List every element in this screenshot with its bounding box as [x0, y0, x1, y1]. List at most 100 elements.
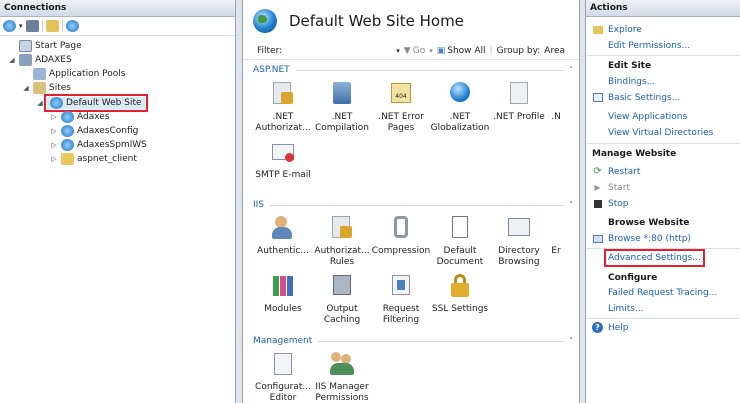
compilation-icon	[328, 80, 356, 108]
view-applications-link[interactable]: View Applications	[608, 112, 687, 122]
connections-title: Connections	[0, 0, 235, 17]
app-pools-icon	[33, 68, 46, 80]
feature-error-pages-truncated[interactable]: Er	[541, 214, 571, 257]
section-management[interactable]: Management ˄	[253, 334, 573, 348]
tree-sites[interactable]: ◢ Sites	[22, 81, 71, 95]
save-icon[interactable]	[25, 20, 39, 32]
tree-adaxesspmlws[interactable]: ▷ AdaxesSpmlWS	[50, 138, 147, 152]
feature-modules[interactable]: Modules	[253, 272, 313, 315]
configuration-editor-icon	[269, 350, 297, 378]
collapse-arrow-icon[interactable]: ◢	[36, 99, 44, 107]
default-web-site-selected[interactable]: Default Web Site	[44, 94, 148, 112]
tree-server-adaxes[interactable]: ◢ ADAXES	[8, 53, 72, 67]
feature-net-globalization[interactable]: .NET Globalization	[430, 80, 490, 134]
start-page-icon	[19, 40, 32, 52]
section-aspnet[interactable]: ASP.NET ˄	[253, 63, 573, 77]
feature-net-authorization[interactable]: .NET Authorizat...	[253, 80, 313, 134]
modules-icon	[269, 272, 297, 300]
page-title: Default Web Site Home	[289, 12, 464, 30]
actions-pane: Actions Explore Edit Permissions... Edit…	[585, 0, 740, 403]
go-button[interactable]: ▼ Go	[404, 46, 425, 56]
failed-request-tracing-link[interactable]: Failed Request Tracing...	[608, 288, 717, 298]
feature-request-filtering[interactable]: Request Filtering	[371, 272, 431, 326]
group-by-select[interactable]: Area	[544, 46, 565, 56]
start-link[interactable]: Start	[608, 183, 630, 193]
restart-icon: ⟳	[593, 166, 602, 177]
filter-bar: Filter: ▾ ▼ Go ▾ ▣ Show All | Group by: Ar…	[243, 42, 579, 60]
feature-net-profile[interactable]: .NET Profile	[489, 80, 549, 123]
feature-configuration-editor[interactable]: Configurat... Editor	[253, 350, 313, 403]
actions-title: Actions	[586, 0, 740, 17]
profile-icon	[505, 80, 533, 108]
tree-adaxesconfig[interactable]: ▷ AdaxesConfig	[50, 124, 138, 138]
edit-permissions-link[interactable]: Edit Permissions...	[608, 41, 690, 51]
stop-link[interactable]: Stop	[608, 199, 628, 209]
tree-start-page[interactable]: Start Page	[8, 39, 82, 53]
manage-website-heading: Manage Website	[592, 149, 677, 159]
feature-ssl-settings[interactable]: SSL Settings	[430, 272, 490, 315]
view-virtual-directories-link[interactable]: View Virtual Directories	[608, 128, 713, 138]
email-icon	[269, 138, 297, 166]
expand-arrow-icon[interactable]: ▷	[50, 155, 58, 163]
tree-adaxes[interactable]: ▷ Adaxes	[50, 110, 110, 124]
expand-arrow-icon[interactable]: ▷	[50, 127, 58, 135]
tree-application-pools[interactable]: Application Pools	[22, 67, 125, 81]
explore-link[interactable]: Explore	[608, 25, 642, 35]
show-all-button[interactable]: ▣ Show All	[437, 46, 486, 56]
collapse-arrow-icon[interactable]: ◢	[8, 56, 16, 64]
basic-settings-link[interactable]: Basic Settings...	[608, 93, 680, 103]
feature-output-caching[interactable]: Output Caching	[312, 272, 372, 326]
expand-arrow-icon[interactable]: ▷	[50, 141, 58, 149]
feature-iis-manager-permissions[interactable]: IIS Manager Permissions	[312, 350, 372, 403]
manager-permissions-users-icon	[328, 350, 356, 378]
explore-icon	[592, 24, 603, 35]
collapse-chevron-icon[interactable]: ˄	[570, 201, 574, 209]
limits-link[interactable]: Limits...	[608, 304, 644, 314]
page-header: Default Web Site Home	[243, 0, 579, 42]
features-pane: Default Web Site Home Filter: ▾ ▼ Go ▾ ▣ S…	[242, 0, 580, 403]
section-iis[interactable]: IIS ˄	[253, 198, 573, 212]
expand-arrow-icon[interactable]: ▷	[50, 113, 58, 121]
collapse-chevron-icon[interactable]: ˄	[570, 66, 574, 74]
feature-net-error-pages[interactable]: 404 .NET Error Pages	[371, 80, 431, 134]
feature-authorization-rules[interactable]: Authorizat... Rules	[312, 214, 372, 268]
feature-net-compilation[interactable]: .NET Compilation	[312, 80, 372, 134]
web-app-icon	[61, 111, 74, 123]
feature-directory-browsing[interactable]: Directory Browsing	[489, 214, 549, 268]
folder-icon	[61, 153, 74, 165]
globe-icon	[50, 97, 63, 109]
advanced-settings-link[interactable]: Advanced Settings...	[604, 249, 705, 267]
edit-site-heading: Edit Site	[608, 61, 652, 71]
collapse-chevron-icon[interactable]: ˄	[570, 337, 574, 345]
browse-port-link[interactable]: Browse *:80 (http)	[608, 234, 691, 244]
directory-browsing-icon	[505, 214, 533, 242]
globe-icon	[253, 9, 277, 33]
connect-globe-icon[interactable]	[3, 20, 16, 32]
restart-link[interactable]: Restart	[608, 167, 640, 177]
show-all-icon: ▣	[436, 45, 446, 56]
authorization-lock-icon	[328, 214, 356, 242]
feature-smtp-email[interactable]: SMTP E-mail	[253, 138, 313, 181]
funnel-icon: ▼	[403, 45, 411, 56]
feature-net-truncated[interactable]: .N	[541, 80, 571, 123]
start-icon: ▶	[594, 183, 601, 192]
ssl-lock-icon	[446, 272, 474, 300]
go-dropdown-icon[interactable]: ▾	[429, 47, 433, 55]
bindings-link[interactable]: Bindings...	[608, 77, 655, 87]
help-link[interactable]: Help	[608, 323, 629, 333]
feature-compression[interactable]: Compression	[371, 214, 431, 257]
tree-default-web-site[interactable]: ◢ Default Web Site	[36, 94, 148, 112]
feature-default-document[interactable]: Default Document	[430, 214, 490, 268]
request-filtering-icon	[387, 272, 415, 300]
tree-aspnet-client[interactable]: ▷ aspnet_client	[50, 152, 137, 166]
globalization-globe-icon	[446, 80, 474, 108]
lock-users-icon	[269, 80, 297, 108]
dropdown-arrow-icon[interactable]: ▾	[19, 22, 23, 30]
disconnect-icon[interactable]	[65, 20, 79, 32]
filter-label: Filter:	[257, 45, 283, 56]
up-folder-icon[interactable]	[45, 20, 59, 32]
help-icon: ?	[592, 322, 603, 333]
filter-dropdown-icon[interactable]: ▾	[396, 47, 400, 55]
feature-authentication[interactable]: Authentic...	[253, 214, 313, 257]
collapse-arrow-icon[interactable]: ◢	[22, 84, 30, 92]
